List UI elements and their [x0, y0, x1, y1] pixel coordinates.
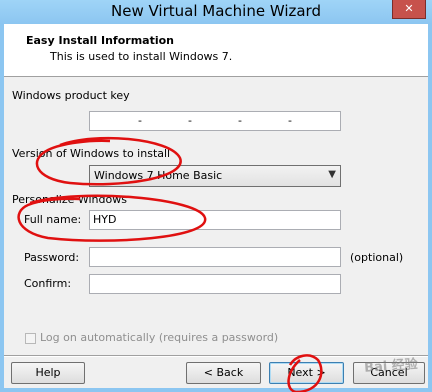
back-button[interactable]: < Back [186, 362, 261, 384]
wizard-body: Easy Install Information This is used to… [4, 24, 428, 388]
product-key-separator: - [188, 114, 192, 127]
page-subtitle: This is used to install Windows 7. [50, 50, 233, 63]
title-bar[interactable]: New Virtual Machine Wizard ✕ [0, 0, 432, 24]
next-button[interactable]: Next > [269, 362, 344, 384]
full-name-field[interactable]: HYD [89, 210, 341, 230]
full-name-label: Full name: [24, 213, 82, 226]
page-title: Easy Install Information [26, 34, 175, 47]
product-key-separator: - [238, 114, 242, 127]
product-key-separator: - [288, 114, 292, 127]
help-button[interactable]: Help [11, 362, 85, 384]
password-label: Password: [24, 251, 80, 264]
chevron-down-icon: ▼ [328, 169, 336, 180]
product-key-label: Windows product key [12, 89, 130, 102]
watermark-logo: Bai 经验 [364, 357, 419, 376]
window-title: New Virtual Machine Wizard [111, 2, 321, 20]
optional-note: (optional) [350, 251, 404, 264]
password-field[interactable] [89, 247, 341, 267]
version-dropdown[interactable]: Windows 7 Home Basic ▼ [89, 165, 341, 187]
version-selected-value: Windows 7 Home Basic [94, 169, 223, 182]
autologon-checkbox[interactable] [25, 333, 36, 344]
wizard-header: Easy Install Information This is used to… [4, 24, 428, 77]
confirm-label: Confirm: [24, 277, 72, 290]
personalize-label: Personalize Windows [12, 193, 127, 206]
autologon-label: Log on automatically (requires a passwor… [40, 331, 279, 344]
confirm-password-field[interactable] [89, 274, 341, 294]
close-button[interactable]: ✕ [392, 0, 426, 19]
product-key-separator: - [138, 114, 142, 127]
product-key-field[interactable]: - - - - [89, 111, 341, 131]
version-label: Version of Windows to install [12, 147, 171, 160]
